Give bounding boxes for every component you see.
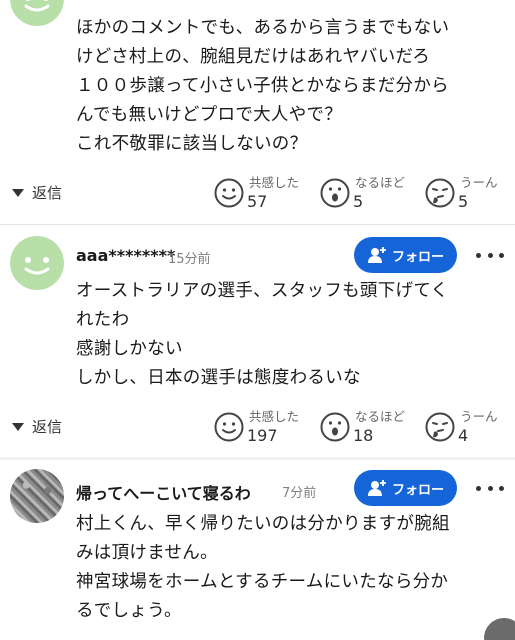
comment-body: 村上くん、早く帰りたいのは分かりますが腕組 みは頂けません。 神宮球場をホームと… bbox=[76, 510, 506, 626]
reaction-label: 共感した bbox=[249, 409, 300, 424]
follow-button[interactable]: フォロー bbox=[354, 237, 457, 273]
dot bbox=[487, 252, 493, 258]
comment-line: オーストラリアの選手、スタッフも頭下げてく bbox=[76, 281, 449, 301]
reaction-i-see[interactable]: なるほど 18 bbox=[320, 406, 405, 450]
thinking-face-icon bbox=[425, 178, 455, 208]
surprised-face-icon bbox=[320, 178, 350, 208]
smile-avatar-icon bbox=[24, 0, 50, 12]
reply-label: 返信 bbox=[32, 184, 63, 202]
reply-button[interactable]: 返信 bbox=[12, 416, 62, 437]
thinking-face-icon bbox=[425, 412, 455, 442]
reaction-hmm[interactable]: うーん 5 bbox=[425, 172, 505, 216]
reaction-hmm[interactable]: うーん 4 bbox=[425, 406, 505, 450]
timestamp: 15分前 bbox=[168, 252, 211, 267]
add-person-icon bbox=[367, 247, 386, 263]
reaction-count: 197 bbox=[247, 426, 278, 445]
avatar[interactable] bbox=[10, 0, 64, 26]
dot bbox=[487, 485, 493, 491]
avatar[interactable] bbox=[10, 236, 64, 290]
comment-line: んでも無いけどプロで大人やで？ bbox=[76, 105, 343, 125]
comment-line: これ不敬罪に該当しないの？ bbox=[76, 134, 308, 154]
comment-line: けどさ村上の、腕組見だけはあれヤバいだろ bbox=[76, 47, 431, 67]
comment-line: しかし、日本の選手は態度わるいな bbox=[76, 368, 361, 388]
surprised-face-icon bbox=[320, 412, 350, 442]
add-person-icon bbox=[367, 480, 386, 496]
comment-1: ほかのコメントでも、あるから言うまでもない けどさ村上の、腕組見だけはあれヤバい… bbox=[0, 0, 515, 222]
reaction-count: 57 bbox=[247, 192, 268, 211]
follow-label: フォロー bbox=[391, 249, 444, 265]
reaction-count: 5 bbox=[353, 192, 364, 211]
comment-2: aaa******** 15分前 フォロー オーストラリアの選手、スタッフも頭下… bbox=[0, 225, 515, 457]
reaction-count: 5 bbox=[458, 192, 469, 211]
smile-avatar-icon bbox=[24, 257, 50, 275]
comment-line: ほかのコメントでも、あるから言うまでもない bbox=[76, 18, 450, 38]
comment-body: ほかのコメントでも、あるから言うまでもない けどさ村上の、腕組見だけはあれヤバい… bbox=[76, 14, 506, 159]
dot bbox=[499, 252, 504, 258]
username[interactable]: 帰ってへーこいて寝るわ bbox=[76, 480, 251, 504]
reply-button[interactable]: 返信 bbox=[12, 182, 62, 203]
reaction-count: 4 bbox=[458, 426, 469, 445]
comment-line: １００歩譲って小さい子供とかならまだ分から bbox=[76, 76, 449, 96]
smile-face-icon bbox=[214, 412, 244, 442]
caret-down-icon bbox=[12, 188, 24, 197]
dot bbox=[476, 252, 481, 258]
follow-button[interactable]: フォロー bbox=[354, 470, 457, 506]
reaction-label: 共感した bbox=[249, 175, 300, 190]
dot bbox=[476, 485, 481, 491]
avatar[interactable] bbox=[10, 469, 64, 523]
comment-line: るでしょう。 bbox=[76, 601, 182, 621]
comment-line: 村上くん、早く帰りたいのは分かりますが腕組 bbox=[76, 514, 450, 534]
reaction-empathize[interactable]: 共感した 197 bbox=[214, 406, 299, 450]
reaction-label: なるほど bbox=[355, 175, 406, 190]
timestamp: 7分前 bbox=[282, 486, 317, 501]
reaction-label: うーん bbox=[460, 409, 498, 424]
username[interactable]: aaa******** bbox=[76, 246, 175, 265]
reaction-empathize[interactable]: 共感した 57 bbox=[214, 172, 299, 216]
comment-line: みは頂けません。 bbox=[76, 543, 218, 563]
comment-line: 感謝しかない bbox=[76, 339, 183, 359]
reaction-label: なるほど bbox=[355, 409, 406, 424]
more-options-icon[interactable] bbox=[476, 480, 504, 496]
reply-label: 返信 bbox=[32, 418, 63, 436]
comment-line: 神宮球場をホームとするチームにいたなら分か bbox=[76, 572, 449, 592]
more-options-icon[interactable] bbox=[476, 247, 504, 263]
reaction-count: 18 bbox=[353, 426, 374, 445]
reaction-i-see[interactable]: なるほど 5 bbox=[320, 172, 405, 216]
reaction-label: うーん bbox=[460, 175, 498, 190]
caret-down-icon bbox=[12, 422, 24, 431]
smile-face-icon bbox=[214, 178, 244, 208]
comment-line: れたわ bbox=[76, 310, 130, 330]
comment-body: オーストラリアの選手、スタッフも頭下げてく れたわ 感謝しかない しかし、日本の… bbox=[76, 277, 506, 393]
comment-3: 帰ってへーこいて寝るわ 7分前 フォロー 村上くん、早く帰りたいのは分かりますが… bbox=[0, 460, 515, 640]
dot bbox=[499, 485, 504, 491]
follow-label: フォロー bbox=[391, 482, 444, 498]
